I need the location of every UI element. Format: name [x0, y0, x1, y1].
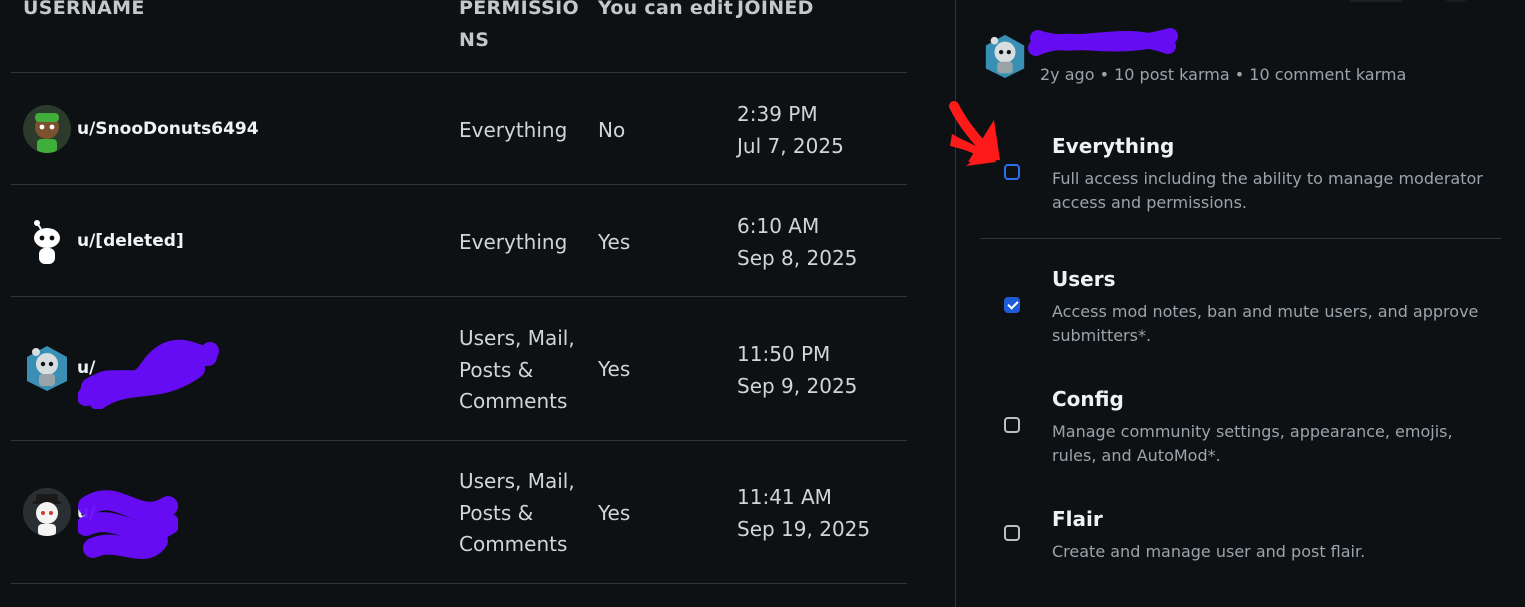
permission-description: Full access including the ability to man… — [1052, 169, 1483, 212]
can-edit-cell: Yes — [598, 357, 631, 381]
users-checkbox[interactable] — [1004, 297, 1020, 313]
user-meta: 2y ago • 10 post karma • 10 comment karm… — [1040, 65, 1407, 84]
snoo-avatar-icon — [27, 346, 67, 391]
moderators-table: USERNAME PERMISSIO NS You can edit JOINE… — [0, 0, 955, 607]
default-snoo-icon — [34, 220, 60, 264]
joined-time: 11:41 AM — [737, 485, 832, 509]
permission-title: Flair — [1052, 507, 1103, 531]
username-link[interactable]: u/SnooDonuts6494 — [77, 119, 259, 139]
redaction-scribble — [78, 339, 219, 409]
joined-cell: 6:10 AM Sep 8, 2025 — [737, 211, 857, 274]
joined-time: 6:10 AM — [737, 214, 820, 238]
can-edit-cell: Yes — [598, 501, 631, 525]
profile-avatar — [985, 34, 1025, 79]
permissions-line: Users, Mail, — [459, 326, 575, 350]
joined-date: Sep 19, 2025 — [737, 516, 871, 541]
permissions-line: Posts & — [459, 357, 534, 382]
user-avatar[interactable] — [23, 217, 71, 265]
permission-description: Manage community settings, appearance, e… — [1052, 422, 1453, 465]
permission-description: Access mod notes, ban and mute users, an… — [1052, 302, 1479, 345]
permissions-line: Everything — [459, 118, 568, 142]
joined-date: Jul 7, 2025 — [737, 133, 844, 158]
username-link[interactable]: u/[deleted] — [77, 231, 184, 251]
table-row[interactable]: u/ Users, Mail, Posts & Comments Yes 11:… — [0, 297, 955, 440]
user-avatar[interactable] — [23, 488, 71, 536]
joined-date: Sep 8, 2025 — [737, 245, 858, 270]
top-button-edge[interactable] — [1346, 0, 1406, 2]
permission-title: Users — [1052, 267, 1116, 291]
table-row[interactable]: u/[deleted] Everything Yes 6:10 AM Sep 8… — [0, 185, 955, 296]
table-row[interactable]: u/ Users, Mail, Posts & Comments Yes 11:… — [0, 441, 955, 583]
permissions-line: Posts & — [459, 500, 534, 525]
column-header-permissions[interactable]: PERMISSIO NS — [459, 0, 579, 56]
table-row[interactable]: u/SnooDonuts6494 Everything No 2:39 PM J… — [0, 73, 955, 184]
column-header-username[interactable]: USERNAME — [23, 0, 145, 24]
username-link[interactable]: u/ — [77, 503, 95, 523]
joined-time: 2:39 PM — [737, 102, 818, 126]
joined-cell: 11:41 AM Sep 19, 2025 — [737, 482, 870, 545]
column-header-permissions-line2: NS — [459, 29, 490, 51]
edit-permissions-panel: 2y ago • 10 post karma • 10 comment karm… — [956, 0, 1525, 607]
permission-divider — [980, 238, 1501, 239]
permissions-cell: Users, Mail, Posts & Comments — [459, 466, 575, 561]
username-link[interactable]: u/ — [77, 358, 95, 378]
user-avatar[interactable] — [23, 105, 71, 153]
flair-checkbox[interactable] — [1004, 525, 1020, 541]
permissions-line: Comments — [459, 389, 568, 413]
permissions-cell: Everything — [459, 227, 567, 259]
permissions-line: Comments — [459, 532, 568, 556]
permissions-line: Everything — [459, 230, 568, 254]
red-arrow-annotation — [949, 101, 1000, 166]
column-header-can-edit[interactable]: You can edit — [598, 0, 733, 24]
joined-cell: 2:39 PM Jul 7, 2025 — [737, 99, 844, 162]
redaction-scribble — [78, 490, 178, 560]
permissions-cell: Users, Mail, Posts & Comments — [459, 323, 575, 418]
can-edit-cell: Yes — [598, 230, 631, 254]
permissions-line: Users, Mail, — [459, 469, 575, 493]
top-icon-button-edge[interactable] — [1438, 0, 1474, 2]
permissions-cell: Everything — [459, 115, 567, 147]
snoo-avatar-icon — [23, 488, 71, 536]
redaction-scribble — [1028, 28, 1178, 56]
joined-cell: 11:50 PM Sep 9, 2025 — [737, 339, 857, 402]
joined-time: 11:50 PM — [737, 342, 831, 366]
permission-title: Config — [1052, 387, 1124, 411]
can-edit-cell: No — [598, 118, 626, 142]
joined-date: Sep 9, 2025 — [737, 373, 858, 398]
column-header-permissions-line1: PERMISSIO — [459, 0, 579, 19]
row-divider — [11, 583, 907, 584]
config-checkbox[interactable] — [1004, 417, 1020, 433]
permission-title: Everything — [1052, 134, 1175, 158]
user-avatar[interactable] — [23, 344, 71, 392]
snoo-avatar-icon — [23, 105, 71, 153]
permission-description: Create and manage user and post flair. — [1052, 542, 1366, 561]
column-header-joined[interactable]: JOINED — [737, 0, 814, 24]
